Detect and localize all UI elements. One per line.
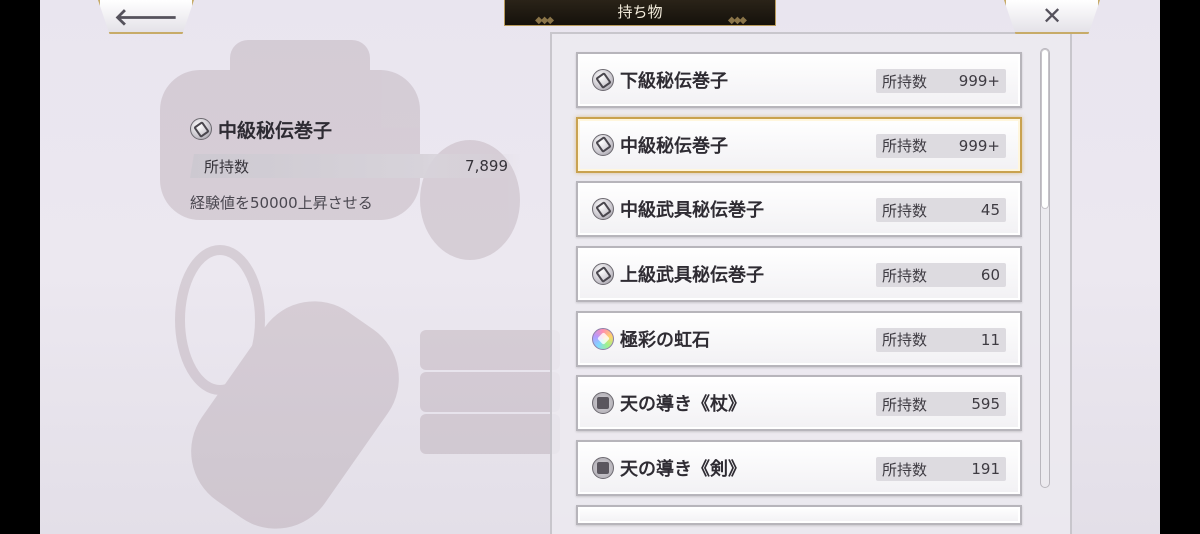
list-item[interactable]: 中級武具秘伝巻子 所持数 45 [576, 181, 1022, 238]
item-count-box: 所持数 60 [876, 263, 1006, 288]
item-name: 極彩の虹石 [620, 329, 710, 351]
item-count-box: 所持数 45 [876, 198, 1006, 223]
item-name: 天の導き《剣》 [620, 459, 746, 481]
item-list: 下級秘伝巻子 所持数 999+ 中級秘伝巻子 所持数 999+ 中級武具秘伝巻子 [576, 52, 1022, 534]
scroll-icon [592, 133, 614, 156]
detail-title: 中級秘伝巻子 [190, 114, 520, 144]
item-count-label: 所持数 [882, 137, 928, 156]
item-count-label: 所持数 [882, 460, 928, 479]
list-scrollbar[interactable] [1040, 48, 1050, 488]
title-ornament-icon: ◆◆◆ [535, 15, 554, 26]
scroll-icon [592, 198, 614, 221]
close-icon: ✕ [1041, 2, 1063, 30]
item-count-value: 60 [980, 266, 1000, 285]
item-name: 天の導き《杖》 [620, 394, 746, 416]
back-button[interactable]: 🡐 [98, 0, 194, 34]
item-count-value: 11 [980, 330, 1000, 349]
list-item[interactable]: 上級武具秘伝巻子 所持数 60 [576, 246, 1022, 303]
item-list-panel: 下級秘伝巻子 所持数 999+ 中級秘伝巻子 所持数 999+ 中級武具秘伝巻子 [550, 32, 1072, 534]
item-count-box: 所持数 999+ [876, 69, 1006, 93]
item-count-box: 所持数 191 [876, 457, 1006, 482]
list-item[interactable]: 極彩の虹石 所持数 11 [576, 310, 1022, 367]
item-count-value: 191 [971, 460, 1000, 479]
detail-item-name: 中級秘伝巻子 [218, 119, 333, 142]
scroll-icon [190, 118, 212, 140]
scroll-icon [592, 69, 614, 91]
close-button[interactable]: ✕ [1004, 0, 1100, 34]
list-item[interactable]: 下級秘伝巻子 所持数 999+ [576, 52, 1022, 108]
heaven-guide-icon [592, 392, 614, 415]
item-count-label: 所持数 [882, 72, 928, 91]
list-item[interactable]: 天の導き《剣》 所持数 191 [576, 440, 1022, 497]
item-count-box: 所持数 999+ [876, 133, 1006, 158]
item-count-value: 595 [971, 395, 1000, 414]
item-count-value: 999+ [958, 136, 1000, 155]
scrollbar-thumb[interactable] [1041, 49, 1049, 209]
back-arrow-icon: 🡐 [113, 2, 179, 31]
item-count-label: 所持数 [882, 201, 928, 220]
item-name: 上級武具秘伝巻子 [620, 265, 764, 287]
screen-title-bar: ◆◆◆ 持ち物 ◆◆◆ [504, 0, 776, 26]
item-count-box: 所持数 11 [876, 327, 1006, 352]
list-item[interactable]: 天の導き《杖》 所持数 595 [576, 375, 1022, 432]
rainbow-stone-icon [592, 327, 614, 350]
scroll-icon [592, 263, 614, 286]
item-count-label: 所持数 [882, 395, 928, 414]
item-name: 中級秘伝巻子 [620, 135, 728, 157]
item-count-value: 999+ [958, 72, 1000, 90]
list-item-partial[interactable] [576, 504, 1022, 525]
screen-title: 持ち物 [617, 3, 663, 21]
detail-count-row: 所持数 7,899 [190, 154, 520, 178]
item-name: 中級武具秘伝巻子 [620, 200, 764, 222]
item-count-box: 所持数 595 [876, 392, 1006, 417]
title-ornament-icon: ◆◆◆ [727, 15, 747, 26]
item-detail: 中級秘伝巻子 所持数 7,899 経験値を50000上昇させる [190, 114, 520, 213]
detail-count-value: 7,899 [465, 157, 508, 175]
item-count-label: 所持数 [882, 266, 928, 285]
item-count-label: 所持数 [882, 331, 928, 350]
detail-count-label: 所持数 [204, 157, 250, 176]
heaven-guide-icon [592, 457, 614, 480]
detail-description: 経験値を50000上昇させる [190, 194, 373, 212]
list-item-selected[interactable]: 中級秘伝巻子 所持数 999+ [576, 116, 1022, 173]
inventory-screen: 中級秘伝巻子 所持数 7,899 経験値を50000上昇させる 下級秘伝巻子 所… [40, 0, 1160, 534]
item-name: 下級秘伝巻子 [620, 71, 728, 92]
item-count-value: 45 [980, 201, 1000, 220]
